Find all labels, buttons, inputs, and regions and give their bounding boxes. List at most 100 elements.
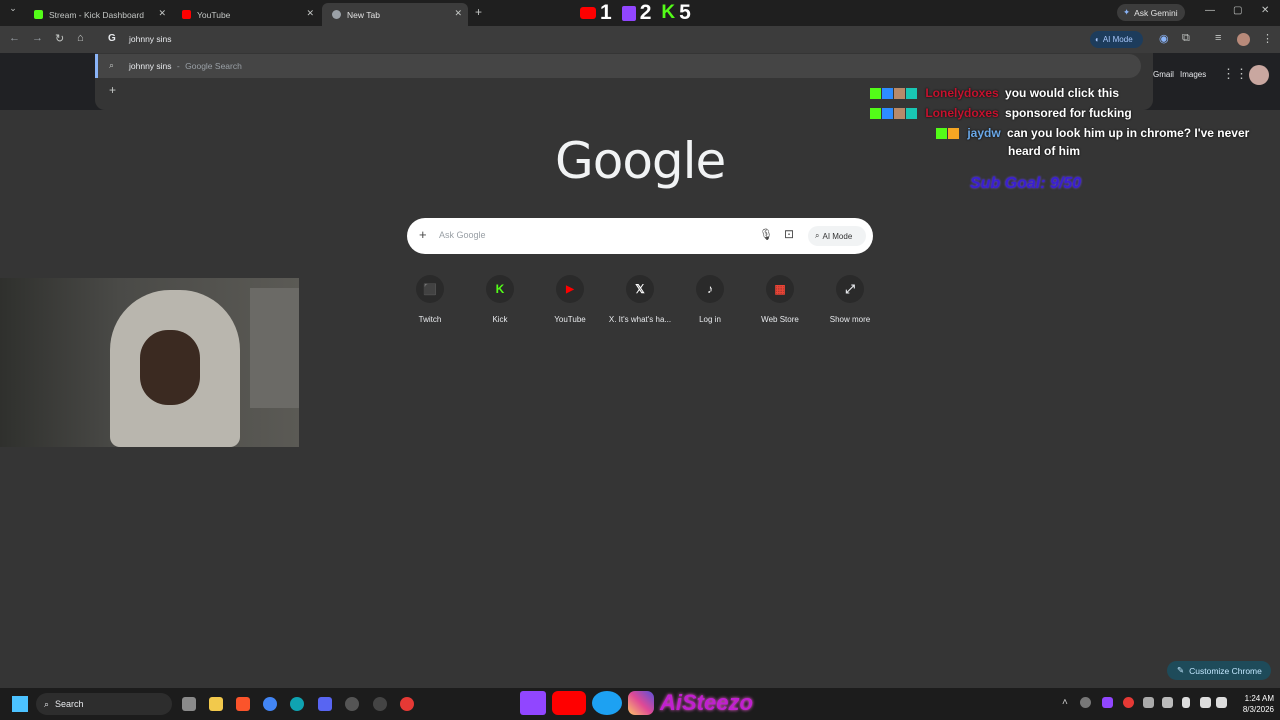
- shortcut-kick[interactable]: K Kick: [465, 275, 535, 324]
- taskbar: ⌕ Search AiSteezo ˄ 1:24 AM 8/3/2026: [0, 688, 1280, 720]
- apps-grid-icon[interactable]: ⋮⋮: [1222, 66, 1248, 82]
- home-button[interactable]: ⌂: [77, 32, 84, 44]
- clock[interactable]: 1:24 AM 8/3/2026: [1234, 693, 1274, 715]
- close-icon[interactable]: ✕: [158, 8, 166, 19]
- tab-groups-icon[interactable]: ≡: [1215, 32, 1221, 44]
- gmail-link[interactable]: Gmail: [1153, 70, 1174, 79]
- forward-button[interactable]: →: [32, 32, 43, 44]
- tab-strip: ⌄ Stream - Kick Dashboard ✕ YouTube ✕ Ne…: [0, 0, 1280, 26]
- brand-name: AiSteezo: [660, 690, 753, 715]
- add-icon[interactable]: +: [109, 83, 116, 97]
- ask-gemini-label: Ask Gemini: [1134, 7, 1178, 18]
- discord-icon[interactable]: [318, 697, 332, 711]
- suggestion-source: Google Search: [185, 61, 242, 71]
- chrome-icon[interactable]: [263, 697, 277, 711]
- tray-icon[interactable]: [1123, 697, 1134, 708]
- tab-label: YouTube: [197, 9, 231, 20]
- shortcut-web-store[interactable]: ▦ Web Store: [745, 275, 815, 324]
- chat-text: you would click this: [1005, 86, 1120, 100]
- youtube-icon: [182, 10, 191, 19]
- tab-search-button[interactable]: ⌄: [6, 3, 20, 19]
- ai-mode-chip[interactable]: ◐ AI Mode: [1090, 31, 1143, 48]
- customize-chrome-button[interactable]: ✎ Customize Chrome: [1167, 661, 1271, 680]
- ask-gemini-button[interactable]: ✦ Ask Gemini: [1117, 4, 1185, 21]
- search-box[interactable]: + Ask Google 🎙 ⊡ ⌕ AI Mode: [407, 218, 873, 254]
- close-icon[interactable]: ✕: [454, 8, 462, 19]
- chat-username: Lonelydoxes: [925, 86, 999, 100]
- brave-icon[interactable]: [236, 697, 250, 711]
- tab-new-tab[interactable]: New Tab ✕: [322, 3, 468, 26]
- tab-label: New Tab: [347, 9, 380, 20]
- instagram-icon: [628, 691, 654, 715]
- tab-youtube[interactable]: YouTube ✕: [172, 3, 320, 26]
- customize-label: Customize Chrome: [1189, 665, 1262, 676]
- edge-icon[interactable]: [290, 697, 304, 711]
- pencil-icon: ✎: [1177, 665, 1185, 675]
- tab-kick-dashboard[interactable]: Stream - Kick Dashboard ✕: [24, 3, 172, 26]
- taskbar-search[interactable]: ⌕ Search: [36, 693, 172, 715]
- youtube-icon: [580, 7, 596, 19]
- brand-overlay: AiSteezo: [520, 688, 753, 718]
- window-close-button[interactable]: ✕: [1261, 5, 1269, 16]
- twitch-icon: [520, 691, 546, 715]
- close-icon[interactable]: ✕: [306, 8, 314, 19]
- shortcut-show-more[interactable]: ⤢ Show more: [815, 275, 885, 324]
- ai-mode-label: AI Mode: [1102, 35, 1133, 44]
- chat-message: Lonelydoxes sponsored for fucking: [870, 106, 1132, 120]
- windows-start-icon[interactable]: [12, 696, 28, 712]
- shortcut-label: Kick: [492, 315, 508, 324]
- badge-icon: [882, 108, 893, 120]
- task-view-icon[interactable]: [182, 697, 196, 711]
- chevron-up-icon[interactable]: ˄: [1062, 697, 1068, 708]
- minimize-button[interactable]: —: [1205, 5, 1215, 16]
- plus-icon[interactable]: +: [419, 227, 427, 242]
- images-link[interactable]: Images: [1180, 70, 1206, 79]
- app-red-icon[interactable]: [400, 697, 414, 711]
- back-button[interactable]: ←: [9, 32, 20, 44]
- file-explorer-icon[interactable]: [209, 697, 223, 711]
- lens-icon[interactable]: ⊡: [784, 227, 794, 241]
- tray-icon[interactable]: [1080, 697, 1091, 708]
- reload-button[interactable]: ↻: [55, 32, 64, 45]
- chat-username: Lonelydoxes: [925, 106, 999, 120]
- account-avatar[interactable]: [1249, 65, 1269, 85]
- extensions-icon[interactable]: ⧉: [1182, 32, 1190, 45]
- sub-goal: Sub Goal: 9/50: [970, 175, 1082, 192]
- omnibox-input[interactable]: johnny sins: [129, 34, 172, 44]
- shortcut-tiktok[interactable]: ♪ Log in: [675, 275, 745, 324]
- suggestion-row[interactable]: ⌕ johnny sins - Google Search: [95, 54, 1141, 78]
- stream-counters: 1 2 K 5: [580, 1, 691, 24]
- obs-icon[interactable]: [373, 697, 387, 711]
- x-icon: 𝕏: [626, 275, 654, 303]
- webcam-window: [250, 288, 299, 408]
- shortcut-label: YouTube: [554, 315, 586, 324]
- shortcut-label: Log in: [699, 315, 721, 324]
- badge-icon: [882, 88, 893, 100]
- new-tab-button[interactable]: +: [475, 5, 482, 19]
- network-icon[interactable]: [1200, 697, 1211, 708]
- ai-mode-button[interactable]: ⌕ AI Mode: [808, 226, 866, 246]
- media-icon[interactable]: ◉: [1159, 32, 1169, 45]
- shortcut-twitch[interactable]: ⬛ Twitch: [395, 275, 465, 324]
- microphone-icon[interactable]: 🎙: [759, 228, 773, 241]
- profile-avatar[interactable]: [1237, 33, 1250, 46]
- twitch-icon: ⬛: [416, 275, 444, 303]
- maximize-button[interactable]: ▢: [1233, 5, 1242, 16]
- tray-icon[interactable]: [1182, 697, 1190, 708]
- tray-icon[interactable]: [1143, 697, 1154, 708]
- kick-badge-icon: [870, 88, 881, 100]
- volume-icon[interactable]: [1216, 697, 1227, 708]
- suggestion-separator: -: [176, 61, 180, 71]
- web-store-icon: ▦: [766, 275, 794, 303]
- shortcut-label: Twitch: [418, 315, 442, 324]
- menu-icon[interactable]: ⋮: [1262, 32, 1273, 45]
- tray-icon[interactable]: [1162, 697, 1173, 708]
- tray-icon[interactable]: [1102, 697, 1113, 708]
- shortcut-x[interactable]: 𝕏 X. It's what's ha...: [605, 275, 675, 324]
- gemini-icon: ✦: [1123, 7, 1131, 17]
- youtube-icon: ▶: [556, 275, 584, 303]
- app-icon[interactable]: [345, 697, 359, 711]
- shortcut-youtube[interactable]: ▶ YouTube: [535, 275, 605, 324]
- search-placeholder[interactable]: Ask Google: [439, 230, 486, 240]
- badge-icon: [894, 108, 905, 120]
